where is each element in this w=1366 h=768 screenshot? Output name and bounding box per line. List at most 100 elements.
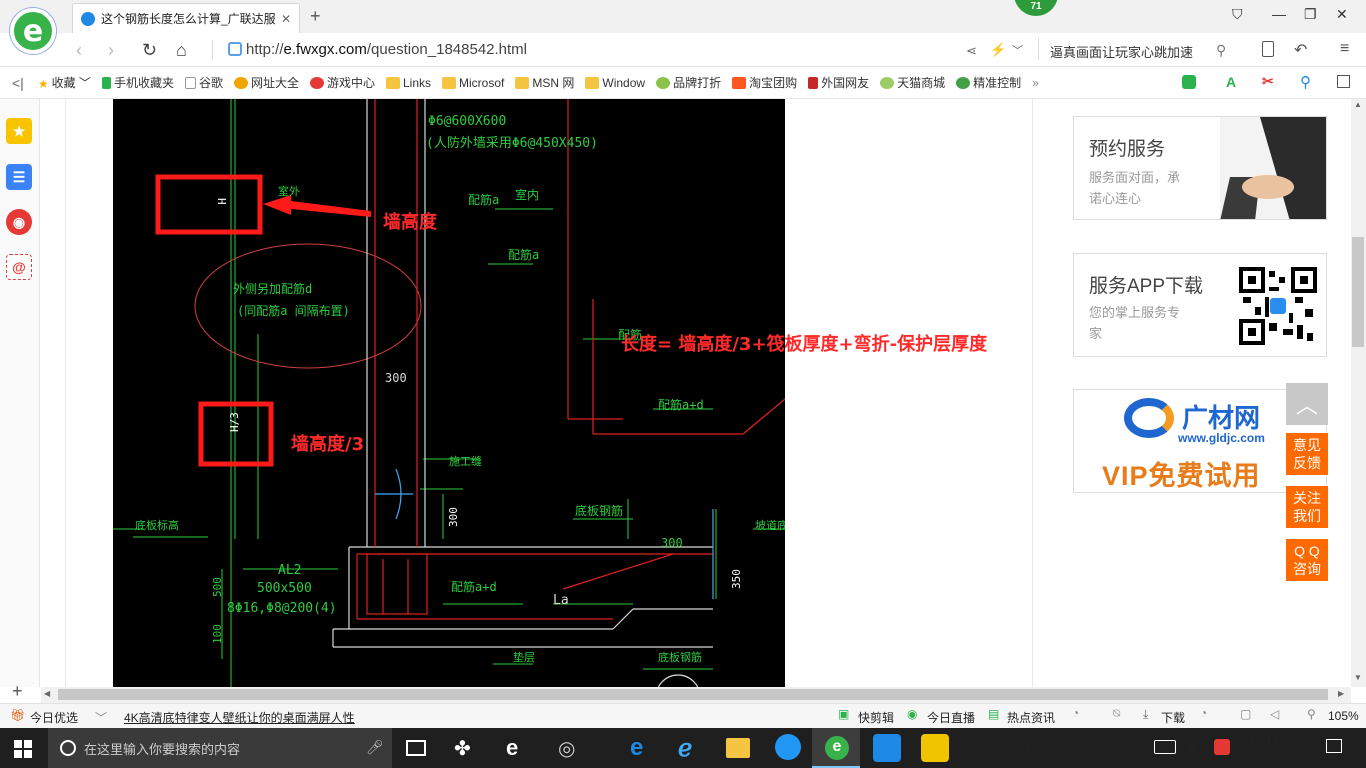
clock-time[interactable]: 10:14 [1249,733,1279,747]
share-icon[interactable]: ⋖ [966,43,977,59]
bookmark-item[interactable]: 淘宝团购 [732,74,797,91]
qq-consult-button[interactable]: Q Q 咨询 [1286,539,1328,581]
bookmark-favorites[interactable]: ★ 收藏 ﹀ [38,74,91,91]
scroll-left-icon[interactable]: ◀ [44,689,50,698]
close-window-icon[interactable]: ✕ [1336,6,1348,23]
links-toolbar[interactable]: 链接 [1025,741,1049,758]
quick-edit-link[interactable]: 快剪辑 [858,709,894,726]
screenshot-icon[interactable]: ✂ [1262,73,1274,90]
input-method[interactable]: 英 [1186,740,1199,759]
fan-app-icon[interactable]: ✤ [454,736,471,761]
booking-service-card[interactable]: 预约服务 服务面对面，承 诺心连心 [1073,116,1327,220]
taskbar-search[interactable]: 在这里输入你要搜索的内容 [48,728,392,768]
live-link[interactable]: 今日直播 [927,709,975,726]
bookmark-item[interactable]: 天猫商城 [880,74,945,91]
restore-icon[interactable]: ❐ [1304,6,1317,23]
bookmark-item[interactable]: Window [585,76,645,90]
url-field[interactable]: http://e.fwxgx.com/question_1848542.html [228,41,527,58]
zoom-icon[interactable]: ⚲ [1300,73,1311,91]
plus-app-icon[interactable] [873,734,901,762]
ie-icon[interactable]: ℯ [678,734,692,763]
browser-tab[interactable]: 这个钢筋长度怎么计算_广联达服 ✕ [72,3,300,33]
back-icon[interactable]: ‹ [76,40,82,61]
sidebar-toggle-icon[interactable]: <| [12,75,24,91]
feedback-button[interactable]: 意见 反馈 [1286,433,1328,475]
news-link[interactable]: 4K高清底特律变人壁纸让你的桌面满屏人性 [124,709,355,726]
window-icon[interactable]: ▢ [1240,707,1251,721]
vertical-scrollbar[interactable] [1351,99,1366,687]
cad-text: 300 [447,507,460,527]
menu-icon[interactable]: ≡ [1340,40,1349,58]
follow-us-button[interactable]: 关注 我们 [1286,486,1328,528]
skin-icon[interactable]: ⛉ [1232,6,1243,23]
back-to-top-icon[interactable]: ︿ [1286,383,1328,425]
windows-start-icon[interactable] [14,740,32,758]
sogou-ime-icon[interactable] [1214,739,1230,755]
bookmark-item[interactable]: 外国网友 [808,74,869,91]
microphone-icon[interactable]: 🎤︎ [366,739,384,756]
scroll-up-icon[interactable]: ▲ [1354,100,1362,109]
task-view-icon[interactable] [406,740,426,756]
block-icon[interactable]: ⍉ [1113,706,1120,721]
bookmark-item[interactable]: Links [386,76,431,90]
bookmark-item[interactable]: 品牌打折 [656,74,721,91]
browser-logo-icon[interactable]: e [10,8,56,54]
battery-icon[interactable]: ▭ [1082,739,1094,755]
history-icon[interactable]: ◔ [1200,706,1207,720]
spiral-app-icon[interactable]: ◎ [558,736,575,761]
speed-dial-icon[interactable]: ◔ [1072,706,1079,720]
horizontal-scroll-thumb[interactable] [58,689,1328,700]
security-icon[interactable] [1182,75,1196,89]
scroll-right-icon[interactable]: ▶ [1338,689,1344,698]
today-pick-label[interactable]: 今日优选 [30,709,78,726]
search-hint[interactable]: 逼真画面让玩家心跳加速 [1050,42,1193,61]
undo-icon[interactable]: ↶ [1294,40,1307,60]
download-link[interactable]: 下载 [1161,709,1185,726]
hot-news-link[interactable]: 热点资讯 [1007,709,1055,726]
bookmark-item[interactable]: MSN 网 [515,74,574,91]
minimize-icon[interactable]: — [1272,6,1286,22]
close-tab-icon[interactable]: ✕ [281,12,291,26]
refresh-icon[interactable]: ↻ [142,40,157,61]
clock-date[interactable]: 2018/5/29 [1236,750,1289,764]
wifi-icon[interactable]: ◠ [1108,738,1119,754]
edge-icon[interactable]: e [630,734,643,762]
mail-icon[interactable]: @ [6,254,32,280]
scroll-down-icon[interactable]: ▼ [1354,673,1362,682]
more-bookmarks-icon[interactable]: » [1032,76,1039,90]
volume-icon[interactable]: ◁ [1130,738,1140,754]
add-sidebar-icon[interactable]: + [12,681,23,702]
home-icon[interactable]: ⌂ [176,40,187,61]
zoom-icon[interactable]: ⚲ [1307,707,1316,721]
chevron-down-icon[interactable]: ﹀ [95,709,107,726]
speed-icon[interactable]: ⚡ [990,42,1006,58]
search-icon[interactable]: ⚲ [1216,42,1226,59]
game-icon [309,76,324,89]
file-explorer-icon[interactable] [726,738,750,758]
zoom-level[interactable]: 105% [1328,709,1359,723]
favorites-star-icon[interactable]: ★ [6,118,32,144]
chevron-up-icon[interactable]: ︿ [1058,738,1070,755]
app-download-card[interactable]: 服务APP下载 您的掌上服务专 家 [1073,253,1327,357]
phone-icon[interactable] [1262,41,1274,57]
weibo-icon[interactable]: ◉ [6,209,32,235]
reading-list-icon[interactable]: ☰ [6,164,32,190]
volume-icon[interactable]: ◁ [1270,707,1279,721]
bookmark-item[interactable]: 网址大全 [233,74,299,91]
bookmark-item[interactable]: 手机收藏夹 [101,74,174,91]
keyboard-icon[interactable] [1154,740,1176,754]
glodon-app-icon[interactable] [775,734,801,760]
bookmark-item[interactable]: 游戏中心 [309,74,375,91]
bookmark-item[interactable]: 谷歌 [184,74,223,91]
notes-app-icon[interactable] [921,734,949,762]
ie-edge-icon[interactable]: e [506,735,518,761]
chevron-down-icon[interactable]: ﹀ [1012,42,1023,58]
forward-icon[interactable]: › [108,40,114,61]
apps-icon[interactable] [1337,75,1350,88]
new-tab-button[interactable]: + [310,6,321,27]
bookmark-item[interactable]: 精准控制 [956,74,1021,91]
notification-icon[interactable] [1326,739,1342,753]
vertical-scroll-thumb[interactable] [1352,237,1364,347]
translate-icon[interactable]: A [1226,74,1236,90]
bookmark-item[interactable]: Microsof [442,76,504,90]
